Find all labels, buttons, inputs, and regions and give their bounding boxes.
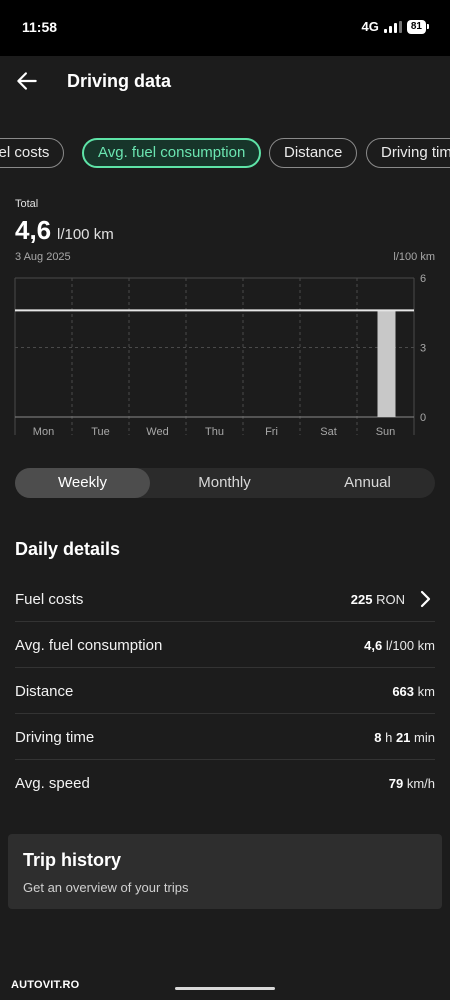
battery-level: 81 bbox=[410, 20, 422, 32]
y-tick-label: 6 bbox=[420, 273, 426, 285]
watermark: AUTOVIT.RO bbox=[11, 979, 80, 991]
x-tick-label: Fri bbox=[265, 426, 278, 438]
battery-icon: 81 bbox=[406, 19, 430, 34]
y-tick-label: 3 bbox=[420, 343, 426, 355]
y-tick-label: 0 bbox=[420, 412, 426, 424]
chip-avg-fuel-consumption[interactable]: Avg. fuel consumption bbox=[82, 138, 262, 168]
detail-value: 225 RON bbox=[350, 592, 405, 607]
detail-value: 4,6 l/100 km bbox=[364, 638, 435, 653]
tab-annual[interactable]: Annual bbox=[300, 468, 435, 498]
home-indicator[interactable] bbox=[175, 987, 275, 990]
period-selector: Weekly Monthly Annual bbox=[15, 468, 435, 498]
status-bar: 11:58 4G 81 bbox=[0, 0, 450, 56]
metric-chips: Fuel costs Avg. fuel consumption Distanc… bbox=[0, 138, 450, 170]
app-header: Driving data bbox=[0, 56, 450, 112]
chip-distance[interactable]: Distance bbox=[269, 138, 358, 168]
x-tick-label: Mon bbox=[33, 426, 54, 438]
chip-driving-time[interactable]: Driving time bbox=[366, 138, 450, 168]
x-tick-label: Sat bbox=[320, 426, 337, 438]
trip-history-card[interactable]: Trip history Get an overview of your tri… bbox=[8, 834, 442, 909]
total-unit: l/100 km bbox=[57, 226, 114, 243]
total-date: 3 Aug 2025 bbox=[15, 251, 71, 263]
detail-row-avg-fuel-consumption: Avg. fuel consumption 4,6 l/100 km bbox=[15, 622, 435, 668]
status-time: 11:58 bbox=[22, 19, 58, 35]
page-title: Driving data bbox=[67, 71, 172, 91]
detail-row-avg-speed: Avg. speed 79 km/h bbox=[15, 760, 435, 806]
detail-label: Avg. fuel consumption bbox=[15, 637, 163, 654]
detail-value: 663 km bbox=[392, 684, 435, 699]
tab-monthly[interactable]: Monthly bbox=[157, 468, 292, 498]
tab-weekly[interactable]: Weekly bbox=[15, 468, 150, 498]
arrow-left-icon[interactable] bbox=[14, 68, 40, 94]
detail-label: Avg. speed bbox=[15, 775, 90, 792]
daily-details-title: Daily details bbox=[15, 539, 121, 559]
trip-history-subtitle: Get an overview of your trips bbox=[23, 880, 189, 895]
detail-row-fuel-costs[interactable]: Fuel costs 225 RON bbox=[15, 576, 435, 622]
x-tick-label: Tue bbox=[91, 426, 110, 438]
detail-label: Driving time bbox=[15, 729, 95, 746]
x-tick-label: Sun bbox=[376, 426, 396, 438]
chevron-right-icon[interactable] bbox=[417, 589, 433, 609]
detail-label: Fuel costs bbox=[15, 591, 84, 608]
detail-value: 8 h 21 min bbox=[374, 730, 435, 745]
total-value: 4,6 bbox=[15, 215, 52, 245]
x-tick-label: Wed bbox=[146, 426, 168, 438]
total-label: Total bbox=[15, 198, 39, 210]
network-type: 4G bbox=[361, 19, 379, 34]
bar-sun bbox=[377, 310, 396, 417]
signal-icon bbox=[383, 20, 402, 33]
trip-history-title: Trip history bbox=[23, 850, 122, 870]
detail-label: Distance bbox=[15, 683, 74, 700]
detail-row-distance: Distance 663 km bbox=[15, 668, 435, 714]
weekly-bar-chart[interactable]: 0 3 6 Mon Tue Wed Thu Fri Sat Sun bbox=[0, 270, 450, 445]
detail-row-driving-time: Driving time 8 h 21 min bbox=[15, 714, 435, 760]
detail-value: 79 km/h bbox=[388, 776, 435, 791]
x-tick-label: Thu bbox=[205, 426, 224, 438]
chip-fuel-costs[interactable]: Fuel costs bbox=[0, 138, 65, 168]
y-axis-unit: l/100 km bbox=[393, 251, 435, 263]
status-indicators: 4G 81 bbox=[361, 19, 430, 34]
